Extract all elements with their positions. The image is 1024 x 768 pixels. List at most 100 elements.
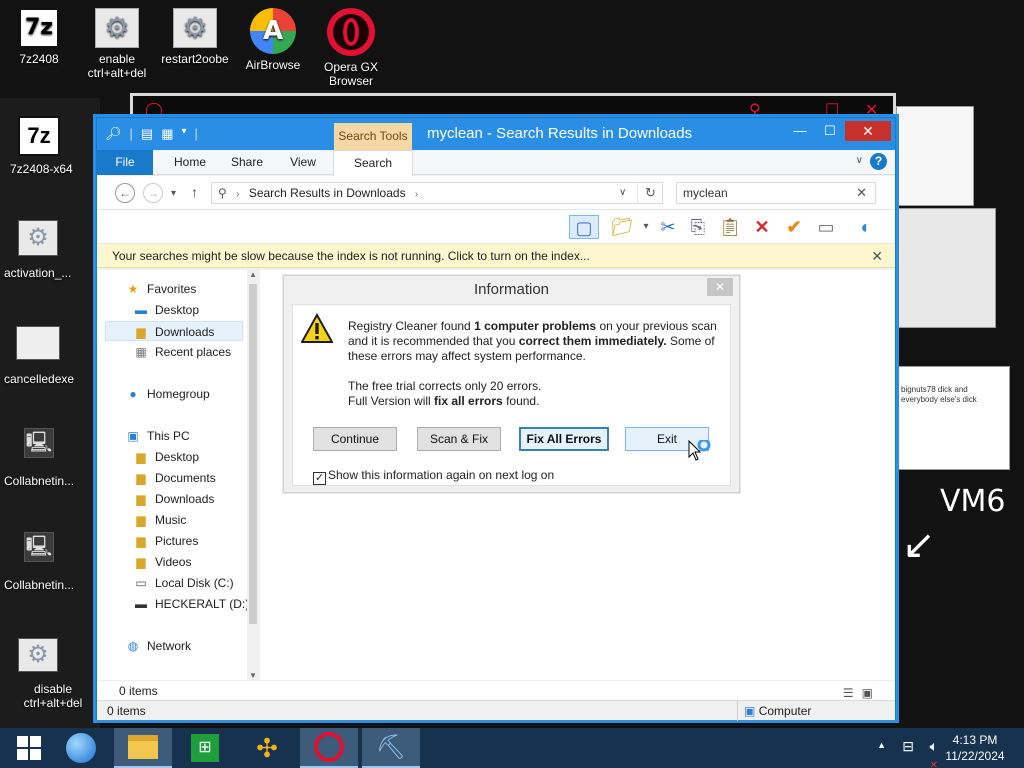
folder-icon: ▆ [136, 555, 146, 569]
breadcrumb[interactable]: Search Results in Downloads [249, 186, 406, 200]
layout-pane-icon[interactable]: ▢ [569, 215, 599, 239]
network-icon[interactable]: ⊟ [902, 738, 914, 755]
tab-home[interactable]: Home [163, 150, 217, 175]
7zip-icon: 7z [18, 116, 60, 156]
new-folder-icon[interactable]: ▦ [161, 126, 173, 142]
desktop-icon-7z2408[interactable]: 7z 7z2408 [0, 8, 78, 66]
continue-button[interactable]: Continue [313, 427, 397, 451]
clear-search-icon[interactable]: ✕ [856, 183, 867, 203]
desktop-icon-opera-gx[interactable]: Opera GX Browser [312, 8, 390, 88]
help-icon[interactable]: ? [870, 153, 887, 170]
scrollbar-thumb[interactable] [249, 284, 257, 624]
separator: | [194, 126, 198, 141]
recent-locations-dropdown[interactable]: ▾ [171, 188, 176, 199]
nav-tree: ★ Favorites ▬ Desktop ▆ Downloads ▦ Recent p… [97, 270, 249, 680]
volume-muted-icon[interactable]: 🔈︎✕ [930, 738, 938, 768]
nav-pc-desktop[interactable]: ▆ Desktop [133, 447, 199, 467]
nav-network[interactable]: ◍ Network [125, 636, 191, 656]
taskbar-store[interactable]: ⊞ [176, 728, 234, 768]
back-button[interactable]: ← [115, 183, 135, 203]
nav-videos[interactable]: ▆ Videos [133, 552, 191, 572]
nav-scrollbar[interactable]: ▲ ▼ [247, 270, 259, 680]
taskbar-app-keys[interactable]: ✣ [238, 728, 296, 768]
separator: | [129, 126, 133, 141]
tab-file[interactable]: File [97, 150, 153, 175]
nav-downloads[interactable]: ▆ Downloads [105, 321, 243, 341]
scan-fix-button[interactable]: Scan & Fix [417, 427, 501, 451]
folder-icon: ▆ [136, 325, 146, 339]
desktop-icon-enable-ctrl-alt-del[interactable]: ⚙ enable ctrl+alt+del [78, 8, 156, 80]
desktop-icon-restart2oobe[interactable]: ⚙ restart2oobe [156, 8, 234, 66]
nav-local-disk-c[interactable]: ▭ Local Disk (C:) [133, 573, 233, 593]
cleaner-brush-icon: ⛏ [375, 733, 407, 761]
shell-icon[interactable]: ◐ [853, 215, 879, 239]
nav-pictures[interactable]: ▆ Pictures [133, 531, 198, 551]
maximize-button[interactable]: ☐ [815, 121, 845, 141]
close-button[interactable]: ✕ [707, 278, 733, 296]
taskbar-file-explorer[interactable] [114, 728, 172, 768]
search-icon[interactable]: 🔎︎ [105, 126, 122, 142]
warning-icon [301, 313, 333, 343]
keys-icon: ✣ [256, 732, 278, 763]
nav-documents[interactable]: ▆ Documents [133, 468, 215, 488]
delete-icon[interactable]: ✕ [749, 215, 775, 239]
nav-favorites[interactable]: ★ Favorites [125, 279, 197, 299]
7zip-icon: 7z [19, 8, 59, 48]
desktop-icon-label: Opera GX Browser [323, 60, 379, 88]
forward-button[interactable]: → [143, 183, 163, 203]
nav-music[interactable]: ▆ Music [133, 510, 186, 530]
dialog-title: Information [473, 281, 550, 298]
nav-label: Homegroup [147, 387, 210, 401]
folder-options-icon[interactable]: 📁︎ [609, 215, 635, 239]
desktop-icon-airbrowse[interactable]: A AirBrowse [234, 8, 312, 72]
chevron-down-icon[interactable]: ∨ [856, 155, 863, 166]
tab-share[interactable]: Share [221, 150, 273, 175]
taskbar-internet-explorer[interactable] [52, 728, 110, 768]
scroll-up-icon[interactable]: ▲ [249, 270, 257, 279]
minimize-button[interactable]: — [785, 121, 815, 141]
chevron-down-icon[interactable]: ▾ [182, 126, 187, 142]
properties-icon[interactable]: ▭ [813, 215, 839, 239]
folder-icon: ▆ [136, 471, 146, 485]
note-image: bignuts78 dick and everybody else's dick [896, 366, 1010, 470]
rename-check-icon[interactable]: ✔ [781, 215, 807, 239]
nav-recent-places[interactable]: ▦ Recent places [133, 342, 231, 362]
address-bar[interactable]: ⚲ › Search Results in Downloads › [211, 182, 663, 204]
search-icon: ⚲ [218, 186, 227, 200]
nav-label: HECKERALT (D:) [155, 597, 250, 611]
clock[interactable]: 4:13 PM 11/22/2024 [940, 732, 1010, 764]
scroll-down-icon[interactable]: ▼ [249, 671, 257, 680]
close-button[interactable]: ✕ [845, 121, 891, 141]
properties-icon[interactable]: ▤ [141, 126, 153, 142]
taskbar-opera-gx[interactable] [300, 728, 358, 768]
close-icon[interactable]: ✕ [871, 244, 883, 268]
scribble-text: VM6 [940, 484, 1006, 519]
nav-label: Desktop [155, 450, 200, 464]
airbrowse-icon: A [250, 8, 296, 54]
copy-icon[interactable]: ⎘ [685, 215, 711, 239]
paste-icon[interactable]: 📋︎ [717, 215, 743, 239]
fix-all-errors-button[interactable]: Fix All Errors [519, 427, 609, 451]
desktop-icon-label: AirBrowse [245, 58, 301, 72]
nav-homegroup[interactable]: ● Homegroup [125, 384, 210, 404]
up-button[interactable]: ↑ [191, 184, 198, 200]
tab-view[interactable]: View [277, 150, 329, 175]
start-button[interactable] [0, 728, 58, 768]
index-warning-bar[interactable]: Your searches might be slow because the … [97, 244, 895, 268]
show-again-checkbox[interactable]: ✓ Show this information again on next log… [313, 468, 554, 485]
gear-icon: ⚙ [18, 220, 58, 256]
nav-desktop[interactable]: ▬ Desktop [133, 300, 199, 320]
chevron-down-icon[interactable]: ∨ [619, 182, 626, 204]
nav-pc-downloads[interactable]: ▆ Downloads [133, 489, 214, 509]
tab-search[interactable]: Search [333, 150, 413, 176]
taskbar-registry-cleaner[interactable]: ⛏ [362, 728, 420, 768]
nav-heckeralt-d[interactable]: ▬ HECKERALT (D:) [133, 594, 249, 614]
desktop-icon-label: Collabnetin... [4, 578, 75, 592]
nav-label: Pictures [155, 534, 199, 548]
cut-icon[interactable]: ✂ [655, 215, 681, 239]
refresh-button[interactable]: ↻ [637, 182, 663, 204]
search-input[interactable]: myclean ✕ [676, 182, 876, 204]
chevron-up-icon[interactable]: ▲ [877, 740, 886, 750]
nav-this-pc[interactable]: ▣ This PC [125, 426, 189, 446]
checkbox-checked-icon[interactable]: ✓ [313, 472, 326, 485]
